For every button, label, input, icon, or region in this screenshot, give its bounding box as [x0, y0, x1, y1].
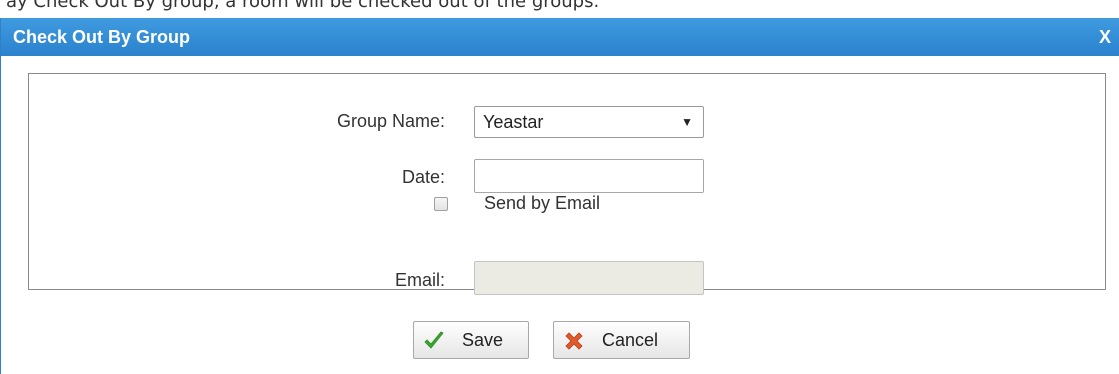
- cancel-button[interactable]: Cancel: [553, 321, 690, 359]
- background-document: ay Check Out By group, a room will be ch…: [0, 0, 1119, 18]
- email-label: Email:: [394, 270, 445, 290]
- dialog-titlebar: Check Out By Group X: [1, 18, 1119, 56]
- x-icon: [565, 332, 583, 350]
- group-name-select[interactable]: Yeastar ▼: [474, 106, 704, 138]
- date-input[interactable]: [474, 159, 704, 193]
- dropdown-arrow-icon: ▼: [681, 115, 693, 129]
- background-document-text: ay Check Out By group, a room will be ch…: [6, 0, 600, 12]
- group-name-label: Group Name:: [336, 111, 445, 131]
- send-by-email-label: Send by Email: [484, 193, 601, 213]
- check-icon: [424, 331, 444, 349]
- dialog-title: Check Out By Group: [13, 27, 191, 47]
- form-fieldset: Group Name: Yeastar ▼ Date: Send by Emai…: [28, 73, 1106, 295]
- email-input[interactable]: [474, 261, 704, 295]
- check-out-by-group-dialog: Check Out By Group X Group Name: Yeastar…: [0, 18, 1119, 374]
- send-by-email-checkbox[interactable]: [434, 197, 448, 211]
- cancel-button-label: Cancel: [602, 330, 659, 350]
- close-button[interactable]: X: [1099, 18, 1111, 56]
- date-label: Date:: [401, 167, 445, 187]
- save-button[interactable]: Save: [413, 321, 529, 359]
- save-button-label: Save: [462, 330, 504, 350]
- group-name-selected-value: Yeastar: [483, 112, 544, 132]
